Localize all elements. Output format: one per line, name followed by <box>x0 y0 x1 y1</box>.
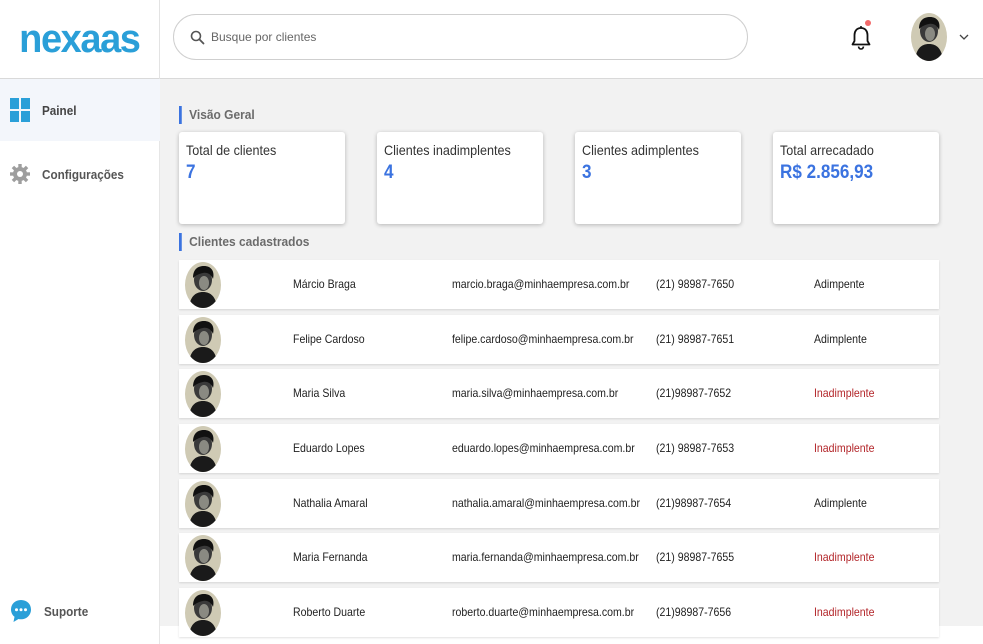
client-name: Felipe Cardoso <box>293 331 365 346</box>
card-label: Total de clientes <box>186 142 277 158</box>
card-value: 4 <box>384 162 394 183</box>
table-row[interactable]: Felipe Cardoso felipe.cardoso@minhaempres… <box>179 314 939 364</box>
client-phone: (21) 98987-7651 <box>656 331 735 346</box>
avatar <box>185 316 221 363</box>
status-badge: Inadimplente <box>814 605 875 620</box>
avatar-portrait-icon <box>185 371 221 418</box>
bell-icon <box>851 26 871 50</box>
status-badge: Inadimplente <box>814 441 875 456</box>
search-bar[interactable] <box>173 14 748 60</box>
card-value: 7 <box>186 162 196 183</box>
table-row[interactable]: Roberto Duarte roberto.duarte@minhaempres… <box>179 588 939 638</box>
client-phone: (21) 98987-7655 <box>656 550 735 565</box>
table-row[interactable]: Maria Silva maria.silva@minhaempresa.com.… <box>179 369 939 419</box>
gear-icon <box>10 164 30 184</box>
client-name: Márcio Braga <box>293 277 356 291</box>
client-name: Roberto Duarte <box>293 605 366 620</box>
notification-dot <box>865 20 871 26</box>
sidebar-item-suporte[interactable]: Suporte <box>0 580 160 642</box>
avatar-portrait-icon <box>185 316 221 363</box>
table-row[interactable]: Maria Fernanda maria.fernanda@minhaempres… <box>179 533 939 583</box>
table-row[interactable]: Nathalia Amaral nathalia.amaral@minhaempr… <box>179 478 939 528</box>
client-phone: (21)98987-7654 <box>656 495 732 510</box>
avatar <box>185 590 221 637</box>
clients-title: Clientes cadastrados <box>179 233 309 251</box>
search-input[interactable] <box>211 30 711 44</box>
avatar-portrait-icon <box>185 262 221 308</box>
avatar-portrait-icon <box>185 590 221 637</box>
client-email: felipe.cardoso@minhaempresa.com.br <box>452 331 634 346</box>
client-email: eduardo.lopes@minhaempresa.com.br <box>452 441 635 456</box>
client-list: Márcio Braga marcio.braga@minhaempresa.co… <box>179 260 939 643</box>
avatar <box>185 426 221 473</box>
client-name: Maria Silva <box>293 386 346 401</box>
table-row[interactable]: Márcio Braga marcio.braga@minhaempresa.co… <box>179 260 939 309</box>
client-email: marcio.braga@minhaempresa.com.br <box>452 277 630 291</box>
avatar <box>185 262 221 308</box>
avatar-portrait-icon <box>185 535 221 582</box>
card-label: Total arrecadado <box>780 142 874 158</box>
card-label: Clientes inadimplentes <box>384 142 511 158</box>
client-name: Eduardo Lopes <box>293 441 365 456</box>
card-total-clientes: Total de clientes 7 <box>179 132 345 224</box>
avatar-portrait-icon <box>185 426 221 473</box>
support-label: Suporte <box>44 603 89 619</box>
chat-bubble-icon <box>11 600 31 622</box>
table-row[interactable]: Eduardo Lopes eduardo.lopes@minhaempresa.… <box>179 424 939 474</box>
avatar <box>185 480 221 527</box>
status-badge: Adimpente <box>814 277 865 291</box>
status-badge: Inadimplente <box>814 550 875 565</box>
notifications-button[interactable] <box>848 20 874 52</box>
sidebar-item-painel[interactable]: Painel <box>0 79 160 141</box>
main-content: Visão Geral Total de clientes 7 Clientes… <box>160 79 983 638</box>
dashboard-grid-icon <box>10 98 30 122</box>
card-value: R$ 2.856,93 <box>780 162 874 183</box>
user-avatar[interactable] <box>911 13 947 61</box>
avatar-portrait-icon <box>911 13 947 61</box>
overview-title: Visão Geral <box>179 106 255 124</box>
client-email: roberto.duarte@minhaempresa.com.br <box>452 605 635 620</box>
card-clientes-adimplentes: Clientes adimplentes 3 <box>575 132 741 224</box>
card-total-arrecadado: Total arrecadado R$ 2.856,93 <box>773 132 939 224</box>
avatar <box>185 371 221 418</box>
sidebar-item-label: Painel <box>42 102 77 118</box>
client-phone: (21)98987-7652 <box>656 386 732 401</box>
card-clientes-inadimplentes: Clientes inadimplentes 4 <box>377 132 543 224</box>
status-badge: Inadimplente <box>814 386 875 401</box>
client-phone: (21) 98987-7653 <box>656 441 735 456</box>
status-badge: Adimplente <box>814 331 867 346</box>
client-phone: (21)98987-7656 <box>656 605 732 620</box>
client-name: Nathalia Amaral <box>293 495 368 510</box>
search-icon <box>190 30 205 44</box>
avatar <box>185 535 221 582</box>
avatar-portrait-icon <box>185 480 221 527</box>
sidebar: Painel Configurações Suporte <box>0 79 160 644</box>
card-label: Clientes adimplentes <box>582 142 699 158</box>
chevron-down-icon[interactable] <box>957 30 971 44</box>
logo-area: nexaas <box>0 0 160 79</box>
client-email: nathalia.amaral@minhaempresa.com.br <box>452 495 640 510</box>
client-phone: (21) 98987-7650 <box>656 277 735 291</box>
sidebar-item-label: Configurações <box>42 166 124 182</box>
client-email: maria.silva@minhaempresa.com.br <box>452 386 619 401</box>
client-name: Maria Fernanda <box>293 550 368 565</box>
card-value: 3 <box>582 162 592 183</box>
sidebar-item-configuracoes[interactable]: Configurações <box>0 143 160 205</box>
top-header: nexaas <box>0 0 983 79</box>
client-email: maria.fernanda@minhaempresa.com.br <box>452 550 639 565</box>
status-badge: Adimplente <box>814 495 867 510</box>
nexaas-logo[interactable]: nexaas <box>19 17 141 62</box>
